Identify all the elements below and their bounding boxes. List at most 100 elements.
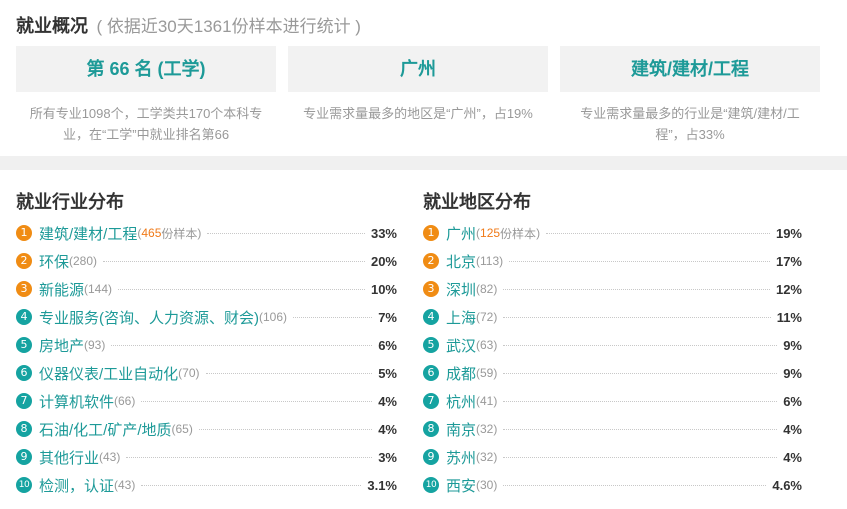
- percentage-value: 3.1%: [367, 477, 397, 493]
- percentage-value: 17%: [775, 253, 802, 269]
- sample-count: (32): [476, 422, 498, 436]
- rank-card-desc-line2: 业，在“工学”中就业排名第66: [62, 127, 230, 142]
- dotted-leader: [205, 372, 373, 374]
- dotted-leader: [503, 316, 771, 318]
- dotted-leader: [503, 428, 778, 430]
- sample-count: (43): [114, 478, 136, 492]
- dotted-leader: [546, 232, 770, 234]
- region-name-link[interactable]: 西安: [446, 475, 476, 496]
- overview-subtitle: ( 依据近30天1361份样本进行统计 ): [96, 17, 361, 36]
- rank-card-description: 所有专业1098个，工学类共170个本科专 业，在“工学”中就业排名第66: [16, 103, 276, 145]
- sample-count: (65): [171, 422, 193, 436]
- industry-name-link[interactable]: 其他行业: [39, 447, 99, 468]
- dotted-leader: [503, 456, 778, 458]
- industry-row: 8 石油/化工/矿产/地质 (65) 4%: [16, 415, 397, 443]
- dotted-leader: [103, 260, 365, 262]
- sample-count: (70): [178, 366, 200, 380]
- dotted-leader: [503, 484, 767, 486]
- dotted-leader: [503, 288, 770, 290]
- dotted-leader: [293, 316, 373, 318]
- sample-count: (41): [476, 394, 498, 408]
- rank-badge: 10: [423, 477, 439, 493]
- top-industry-card: 建筑/建材/工程: [560, 46, 820, 92]
- industry-name-link[interactable]: 石油/化工/矿产/地质: [39, 419, 172, 440]
- sample-count: (72): [476, 310, 498, 324]
- region-row: 4 上海 (72) 11%: [423, 303, 802, 331]
- rank-badge: 1: [423, 225, 439, 241]
- region-row: 3 深圳 (82) 12%: [423, 275, 802, 303]
- rank-badge: 10: [16, 477, 32, 493]
- percentage-value: 6%: [378, 337, 397, 353]
- dotted-leader: [198, 428, 373, 430]
- top-industry-card-description: 专业需求量最多的行业是“建筑/建材/工 程”，占33%: [560, 103, 820, 145]
- industry-row: 9 其他行业 (43) 3%: [16, 443, 397, 471]
- sample-count: (59): [476, 366, 498, 380]
- sample-count: 125: [480, 226, 501, 240]
- dotted-leader: [126, 456, 373, 458]
- region-name-link[interactable]: 杭州: [446, 391, 476, 412]
- region-name-link[interactable]: 武汉: [446, 335, 476, 356]
- sample-count: (82): [476, 282, 498, 296]
- top-region-card-description: 专业需求量最多的地区是“广州”，占19%: [288, 103, 548, 124]
- overview-header: 就业概况 ( 依据近30天1361份样本进行统计 ): [16, 12, 361, 38]
- region-row: 2 北京 (113) 17%: [423, 247, 802, 275]
- rank-badge: 9: [16, 449, 32, 465]
- industry-name-link[interactable]: 仪器仪表/工业自动化: [39, 363, 178, 384]
- percentage-value: 10%: [370, 281, 397, 297]
- dotted-leader: [111, 344, 373, 346]
- percentage-value: 19%: [775, 225, 802, 241]
- region-name-link[interactable]: 南京: [446, 419, 476, 440]
- sample-count: (43): [99, 450, 121, 464]
- top-industry-desc-line1: 专业需求量最多的行业是“建筑/建材/工: [580, 106, 800, 121]
- region-row: 1 广州(125 份样本) 19%: [423, 219, 802, 247]
- industry-distribution-list: 1 建筑/建材/工程(465 份样本) 33% 2 环保 (280) 20% 3 新能源 (144)…: [16, 219, 397, 499]
- percentage-value: 6%: [783, 393, 802, 409]
- region-name-link[interactable]: 深圳: [446, 279, 476, 300]
- sample-unit: 份样本: [161, 226, 198, 241]
- dotted-leader: [141, 400, 373, 402]
- rank-card: 第 66 名 (工学): [16, 46, 276, 92]
- sample-count: (30): [476, 478, 498, 492]
- percentage-value: 33%: [370, 225, 397, 241]
- sample-count: 465: [141, 226, 162, 240]
- region-name-link[interactable]: 上海: [446, 307, 476, 328]
- top-region-desc-line1: 专业需求量最多的地区是“广州”，占19%: [303, 106, 533, 121]
- dotted-leader: [207, 232, 365, 234]
- industry-row: 4 专业服务(咨询、人力资源、财会) (106) 7%: [16, 303, 397, 331]
- industry-name-link[interactable]: 建筑/建材/工程: [39, 223, 137, 244]
- region-name-link[interactable]: 北京: [446, 251, 476, 272]
- rank-badge: 7: [16, 393, 32, 409]
- rank-badge: 3: [16, 281, 32, 297]
- region-name-link[interactable]: 苏州: [446, 447, 476, 468]
- dotted-leader: [503, 344, 778, 346]
- percentage-value: 5%: [378, 365, 397, 381]
- rank-badge: 9: [423, 449, 439, 465]
- industry-name-link[interactable]: 新能源: [39, 279, 84, 300]
- rank-badge: 4: [423, 309, 439, 325]
- region-name-link[interactable]: 成都: [446, 363, 476, 384]
- industry-row: 2 环保 (280) 20%: [16, 247, 397, 275]
- industry-row: 10 检测，认证 (43) 3.1%: [16, 471, 397, 499]
- region-row: 8 南京 (32) 4%: [423, 415, 802, 443]
- rank-badge: 5: [16, 337, 32, 353]
- industry-name-link[interactable]: 房地产: [39, 335, 84, 356]
- dotted-leader: [141, 484, 362, 486]
- rank-card-desc-line1: 所有专业1098个，工学类共170个本科专: [29, 106, 263, 121]
- region-row: 7 杭州 (41) 6%: [423, 387, 802, 415]
- industry-name-link[interactable]: 计算机软件: [39, 391, 114, 412]
- sample-count: (113): [476, 254, 504, 268]
- industry-name-link[interactable]: 专业服务(咨询、人力资源、财会): [39, 307, 259, 328]
- region-row: 10 西安 (30) 4.6%: [423, 471, 802, 499]
- industry-name-link[interactable]: 检测，认证: [39, 475, 114, 496]
- percentage-value: 9%: [783, 337, 802, 353]
- percentage-value: 9%: [783, 365, 802, 381]
- percentage-value: 4.6%: [772, 477, 802, 493]
- industry-name-link[interactable]: 环保: [39, 251, 69, 272]
- percentage-value: 11%: [776, 309, 802, 325]
- rank-badge: 6: [423, 365, 439, 381]
- top-industry-desc-line2: 程”，占33%: [655, 127, 725, 142]
- region-name-link[interactable]: 广州: [446, 223, 476, 244]
- sample-count: (144): [84, 282, 113, 296]
- sample-count: (66): [114, 394, 136, 408]
- percentage-value: 3%: [378, 449, 397, 465]
